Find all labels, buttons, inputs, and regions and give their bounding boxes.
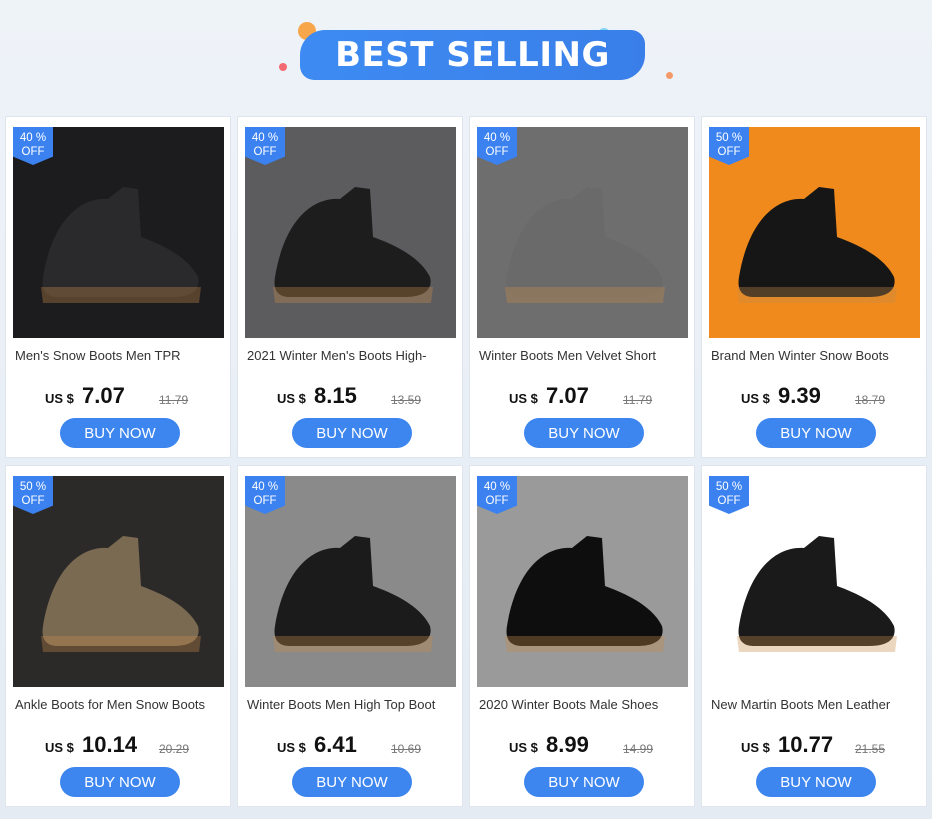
product-card[interactable]: 40 % OFF Winter Boots Men Velvet Short U… [469,116,695,458]
original-price: 18.79 [855,393,886,407]
product-card[interactable]: 40 % OFF Winter Boots Men High Top Boot … [237,465,463,807]
product-name[interactable]: 2020 Winter Boots Male Shoes [479,697,691,712]
buy-now-button[interactable]: BUY NOW [60,767,180,797]
product-card[interactable]: 50 % OFF Ankle Boots for Men Snow Boots … [5,465,231,807]
currency: US $ [45,740,74,755]
sale-price: 10.14 [82,732,138,757]
product-image[interactable]: 50 % OFF [13,476,224,687]
buy-now-button[interactable]: BUY NOW [292,767,412,797]
product-card[interactable]: 50 % OFF New Martin Boots Men Leather US… [701,465,927,807]
product-name[interactable]: Winter Boots Men High Top Boot [247,697,459,712]
original-price: 10.69 [391,742,422,756]
original-price: 11.79 [159,393,189,407]
buy-now-button[interactable]: BUY NOW [292,418,412,448]
discount-off: OFF [717,146,741,158]
shoe-sole [273,636,433,652]
discount-percent: 50 % [715,481,743,493]
shoe-sole [41,636,201,652]
shoe-sole [41,287,201,303]
sale-price: 9.39 [778,383,821,408]
currency: US $ [277,391,306,406]
banner: BEST SELLING [300,30,645,80]
currency: US $ [509,391,538,406]
currency: US $ [45,391,74,406]
product-name[interactable]: Ankle Boots for Men Snow Boots [15,697,227,712]
discount-percent: 50 % [19,481,47,493]
banner-title: BEST SELLING [335,35,610,75]
discount-off: OFF [485,146,509,158]
product-name[interactable]: 2021 Winter Men's Boots High- [247,348,459,363]
decor-dot [666,72,673,79]
currency: US $ [509,740,538,755]
price-row: US $ 7.07 11.79 [470,383,696,411]
product-image[interactable]: 40 % OFF [477,476,688,687]
product-name[interactable]: Men's Snow Boots Men TPR [15,348,227,363]
currency: US $ [741,740,770,755]
product-name[interactable]: New Martin Boots Men Leather [711,697,923,712]
price-row: US $ 10.77 21.55 [702,732,928,760]
discount-off: OFF [253,146,277,158]
product-name[interactable]: Winter Boots Men Velvet Short [479,348,691,363]
best-selling-header: BEST SELLING [0,0,932,112]
price-row: US $ 8.15 13.59 [238,383,464,411]
sale-price: 8.99 [546,732,589,757]
decor-dot [279,63,287,71]
buy-now-button[interactable]: BUY NOW [756,418,876,448]
currency: US $ [741,391,770,406]
buy-now-button[interactable]: BUY NOW [756,767,876,797]
discount-percent: 40 % [251,481,279,493]
original-price: 20.29 [159,742,190,756]
product-image[interactable]: 40 % OFF [13,127,224,338]
product-card[interactable]: 40 % OFF 2020 Winter Boots Male Shoes US… [469,465,695,807]
price-row: US $ 9.39 18.79 [702,383,928,411]
shoe-sole [273,287,433,303]
product-image[interactable]: 40 % OFF [245,476,456,687]
shoe-sole [737,287,897,303]
buy-now-button[interactable]: BUY NOW [60,418,180,448]
product-card[interactable]: 40 % OFF Men's Snow Boots Men TPR US $ 7… [5,116,231,458]
product-card[interactable]: 50 % OFF Brand Men Winter Snow Boots US … [701,116,927,458]
price-row: US $ 10.14 20.29 [6,732,232,760]
sale-price: 6.41 [314,732,357,757]
original-price: 21.55 [855,742,886,756]
price-row: US $ 6.41 10.69 [238,732,464,760]
discount-off: OFF [717,495,741,507]
product-name[interactable]: Brand Men Winter Snow Boots [711,348,923,363]
original-price: 14.99 [623,742,654,756]
product-card[interactable]: 40 % OFF 2021 Winter Men's Boots High- U… [237,116,463,458]
discount-percent: 40 % [483,481,511,493]
shoe-sole [505,287,665,303]
discount-off: OFF [21,146,45,158]
original-price: 13.59 [391,393,422,407]
price-row: US $ 7.07 11.79 [6,383,232,411]
discount-percent: 50 % [715,132,743,144]
discount-off: OFF [485,495,509,507]
product-image[interactable]: 50 % OFF [709,476,920,687]
currency: US $ [277,740,306,755]
sale-price: 8.15 [314,383,357,408]
shoe-sole [505,636,665,652]
sale-price: 7.07 [82,383,125,408]
discount-off: OFF [253,495,277,507]
sale-price: 10.77 [778,732,834,757]
buy-now-button[interactable]: BUY NOW [524,418,644,448]
original-price: 11.79 [623,393,653,407]
shoe-sole [737,636,897,652]
discount-off: OFF [21,495,45,507]
price-row: US $ 8.99 14.99 [470,732,696,760]
discount-percent: 40 % [19,132,47,144]
product-image[interactable]: 50 % OFF [709,127,920,338]
buy-now-button[interactable]: BUY NOW [524,767,644,797]
product-image[interactable]: 40 % OFF [477,127,688,338]
product-image[interactable]: 40 % OFF [245,127,456,338]
discount-percent: 40 % [483,132,511,144]
discount-percent: 40 % [251,132,279,144]
sale-price: 7.07 [546,383,589,408]
